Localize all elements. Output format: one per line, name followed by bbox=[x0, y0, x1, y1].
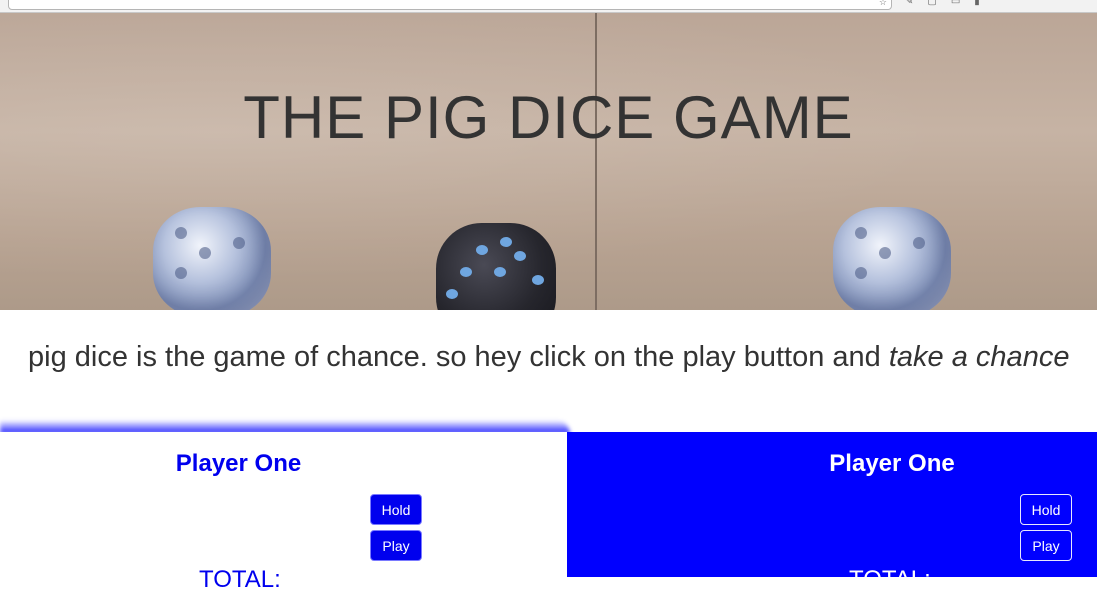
hero-banner: THE PIG DICE GAME bbox=[0, 13, 1097, 310]
player-panel-left: Player One Hold Play TOTAL: bbox=[0, 432, 567, 593]
trash-icon[interactable]: ▮ bbox=[974, 0, 994, 7]
extension-icon[interactable]: ✎ bbox=[905, 0, 927, 7]
player-name: Player One bbox=[829, 450, 955, 477]
intro-text: pig dice is the game of chance. so hey c… bbox=[28, 341, 1070, 373]
player-name: Player One bbox=[175, 450, 302, 477]
player-panel-right: Player One Hold Play TOTAL: bbox=[567, 432, 1097, 593]
hero-background-divider bbox=[595, 13, 597, 310]
page-title: THE PIG DICE GAME bbox=[243, 84, 854, 151]
window-icon[interactable]: ▭ bbox=[951, 0, 974, 7]
hold-button[interactable]: Hold bbox=[370, 494, 422, 525]
dark-die-image bbox=[436, 223, 556, 310]
bookmark-icon[interactable]: ▢ bbox=[927, 0, 950, 7]
hold-button[interactable]: Hold bbox=[1020, 494, 1072, 525]
star-icon[interactable]: ☆ bbox=[879, 0, 887, 8]
play-button[interactable]: Play bbox=[1020, 530, 1072, 561]
address-bar[interactable]: ☆ bbox=[8, 0, 892, 10]
browser-toolbar: ☆ ✎▢▭▮ bbox=[0, 0, 1097, 13]
browser-extension-icons: ✎▢▭▮ bbox=[905, 0, 994, 7]
total-label: TOTAL: bbox=[199, 566, 281, 593]
clear-die-left-image bbox=[153, 207, 271, 310]
intro-emphasis: take a chance bbox=[888, 341, 1070, 373]
play-button[interactable]: Play bbox=[370, 530, 422, 561]
total-label: TOTAL: bbox=[849, 566, 931, 593]
clear-die-right-image bbox=[833, 207, 951, 310]
